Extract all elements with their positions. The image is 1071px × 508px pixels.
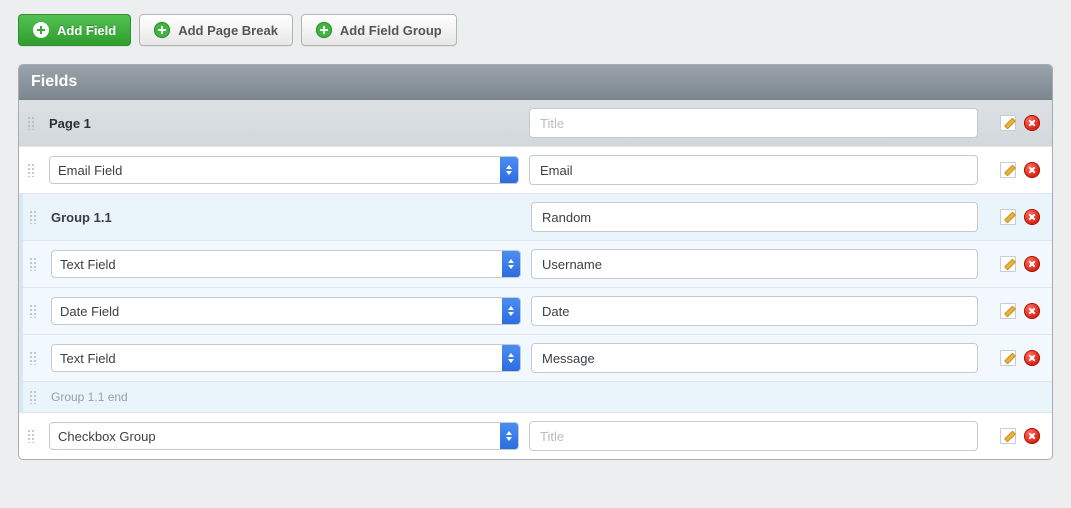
- group-row: Group 1.1: [19, 194, 1052, 241]
- drag-handle-icon[interactable]: [29, 390, 37, 404]
- field-row: Email Field: [19, 147, 1052, 194]
- edit-icon[interactable]: [1000, 162, 1016, 178]
- field-row: Text Field: [19, 241, 1052, 288]
- row-actions: [1000, 209, 1040, 225]
- drag-handle-icon[interactable]: [29, 351, 37, 365]
- plus-icon: [316, 22, 332, 38]
- field-type-select[interactable]: Email Field: [49, 156, 519, 184]
- edit-icon[interactable]: [1000, 209, 1016, 225]
- toolbar: Add Field Add Page Break Add Field Group: [18, 14, 1053, 46]
- add-field-group-label: Add Field Group: [340, 23, 442, 38]
- page-label: Page 1: [49, 116, 519, 131]
- edit-icon[interactable]: [1000, 428, 1016, 444]
- field-title-input[interactable]: [531, 249, 978, 279]
- group-label: Group 1.1: [51, 210, 521, 225]
- edit-icon[interactable]: [1000, 350, 1016, 366]
- page-title-input[interactable]: [529, 108, 978, 138]
- field-type-select-wrap: Date Field: [51, 297, 521, 325]
- delete-icon[interactable]: [1024, 256, 1040, 272]
- add-page-break-button[interactable]: Add Page Break: [139, 14, 293, 46]
- edit-icon[interactable]: [1000, 256, 1016, 272]
- delete-icon[interactable]: [1024, 428, 1040, 444]
- field-title-input[interactable]: [531, 343, 978, 373]
- delete-icon[interactable]: [1024, 209, 1040, 225]
- row-actions: [1000, 162, 1040, 178]
- drag-handle-icon[interactable]: [29, 257, 37, 271]
- row-actions: [1000, 256, 1040, 272]
- edit-icon[interactable]: [1000, 115, 1016, 131]
- field-title-input[interactable]: [529, 421, 978, 451]
- add-page-break-label: Add Page Break: [178, 23, 278, 38]
- field-type-select[interactable]: Checkbox Group: [49, 422, 519, 450]
- delete-icon[interactable]: [1024, 303, 1040, 319]
- drag-handle-icon[interactable]: [27, 429, 35, 443]
- edit-icon[interactable]: [1000, 303, 1016, 319]
- field-title-input[interactable]: [531, 296, 978, 326]
- add-field-group-button[interactable]: Add Field Group: [301, 14, 457, 46]
- row-actions: [1000, 303, 1040, 319]
- delete-icon[interactable]: [1024, 115, 1040, 131]
- plus-icon: [154, 22, 170, 38]
- field-row: Checkbox Group: [19, 413, 1052, 459]
- add-field-button[interactable]: Add Field: [18, 14, 131, 46]
- row-actions: [1000, 428, 1040, 444]
- field-row: Date Field: [19, 288, 1052, 335]
- group-title-input[interactable]: [531, 202, 978, 232]
- page-row: Page 1: [19, 100, 1052, 147]
- field-type-select[interactable]: Text Field: [51, 344, 521, 372]
- plus-icon: [33, 22, 49, 38]
- group-end-row: Group 1.1 end: [19, 382, 1052, 413]
- fields-panel: Fields Page 1 Email Field: [18, 64, 1053, 460]
- field-type-select-wrap: Checkbox Group: [49, 422, 519, 450]
- field-title-input[interactable]: [529, 155, 978, 185]
- panel-title: Fields: [19, 65, 1052, 100]
- delete-icon[interactable]: [1024, 350, 1040, 366]
- field-type-select-wrap: Text Field: [51, 344, 521, 372]
- row-actions: [1000, 350, 1040, 366]
- drag-handle-icon[interactable]: [27, 163, 35, 177]
- drag-handle-icon[interactable]: [29, 304, 37, 318]
- group-end-label: Group 1.1 end: [51, 390, 521, 404]
- field-type-select[interactable]: Text Field: [51, 250, 521, 278]
- add-field-label: Add Field: [57, 23, 116, 38]
- drag-handle-icon[interactable]: [29, 210, 37, 224]
- delete-icon[interactable]: [1024, 162, 1040, 178]
- field-row: Text Field: [19, 335, 1052, 382]
- row-actions: [1000, 115, 1040, 131]
- field-type-select-wrap: Email Field: [49, 156, 519, 184]
- field-type-select-wrap: Text Field: [51, 250, 521, 278]
- drag-handle-icon[interactable]: [27, 116, 35, 130]
- field-type-select[interactable]: Date Field: [51, 297, 521, 325]
